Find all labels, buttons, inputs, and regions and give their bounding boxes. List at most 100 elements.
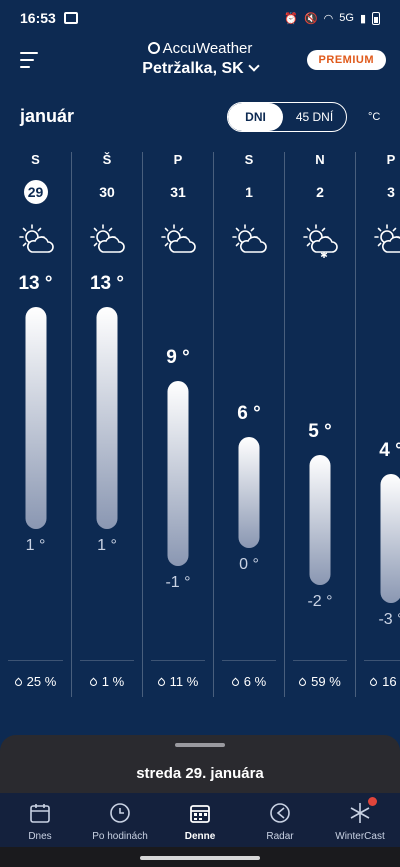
temp-range-bar [238,436,260,548]
low-temp: -3 ° [378,611,400,628]
status-bar: 16:53 ⏰ 🔇 ◠ 5G ▮ [0,0,400,36]
high-temp: 4 ° [379,439,400,461]
tab-45-days[interactable]: 45 DNÍ [283,103,346,131]
signal-icon: ▮ [359,12,366,25]
day-of-week: P [173,152,183,167]
partly-cloudy-sun-icon [89,222,125,258]
wifi-icon: ◠ [323,12,334,25]
network-type: 5G [339,12,354,24]
day-of-week: P [386,152,396,167]
day-column[interactable]: P 3 4 ° -3 ° 16 % [355,152,400,697]
high-temp: 6 ° [237,402,261,424]
day-date: 31 [170,184,186,200]
battery-icon [372,11,380,25]
detail-sheet[interactable]: streda 29. januára [0,735,400,793]
partly-cloudy-sun-icon [231,222,267,258]
day-column[interactable]: S 1 6 ° 0 ° 6 % [213,152,284,697]
raindrop-icon [156,677,167,688]
temp-range-bar [380,473,400,603]
cloudy-snow-icon: ✱ [302,222,338,260]
nav-item-wintercast[interactable]: WinterCast [320,793,400,847]
unit-toggle[interactable]: °C [368,111,380,123]
low-temp: 1 ° [97,537,117,554]
brand-name: AccuWeather [162,40,253,57]
day-column[interactable]: S 29 13 ° 1 ° 25 % [0,152,71,697]
divider [80,660,134,661]
premium-button[interactable]: PREMIUM [306,50,386,70]
high-temp: 13 ° [18,273,53,294]
precip-value: 6 % [243,674,267,689]
nav-item-radar[interactable]: Radar [240,793,320,847]
precip-chance: 6 % [214,674,284,689]
location-name: Petržalka, SK [142,60,244,77]
nav-label: Denne [184,831,216,842]
raindrop-icon [297,677,308,688]
precip-value: 11 % [169,674,199,689]
temp-range-bar [96,307,118,529]
calendar-grid-icon [189,802,211,824]
low-temp: 0 ° [239,555,259,573]
temp-range-bar [25,307,46,529]
tab-days[interactable]: DNI [228,103,283,131]
gesture-bar[interactable] [140,856,260,860]
low-temp: -2 ° [307,592,333,610]
nav-label: Dnes [28,831,52,842]
bottom-navigation: Dnes Po hodinách Denne Radar WinterCast [0,793,400,847]
day-date: 29 [23,180,48,204]
precip-value: 25 % [26,674,57,689]
temp-range-bar [167,381,189,566]
raindrop-icon [13,677,24,688]
range-toggle: DNI 45 DNÍ [227,102,347,132]
divider [364,660,400,661]
raindrop-icon [368,677,379,688]
partly-cloudy-sun-icon [160,222,196,258]
day-of-week: Š [102,152,112,167]
app-header: AccuWeather Petržalka, SK PREMIUM [0,38,400,84]
low-temp: 1 ° [25,537,46,554]
raindrop-icon [88,677,99,688]
sheet-title: streda 29. januára [136,765,264,782]
divider [222,660,276,661]
day-column[interactable]: N 2 ✱ 5 ° -2 ° 59 % [284,152,355,697]
day-column[interactable]: Š 30 13 ° 1 ° 1 % [71,152,142,697]
raindrop-icon [230,677,241,688]
nav-label: WinterCast [335,831,385,842]
high-temp: 5 ° [308,421,332,442]
nav-label: Radar [266,831,294,842]
precip-chance: 25 % [0,674,71,689]
nav-item-dnes[interactable]: Dnes [0,793,80,847]
precip-value: 1 % [101,674,125,689]
precip-value: 16 % [382,674,400,689]
divider [151,660,205,661]
day-of-week: N [315,152,325,167]
partly-cloudy-sun-icon [373,222,400,258]
snowflake-icon [349,802,371,824]
high-temp: 13 ° [89,273,124,294]
precip-chance: 16 % [356,674,400,689]
gallery-notification-icon [63,12,78,24]
high-temp: 9 ° [166,347,190,368]
precip-chance: 11 % [143,674,213,689]
drag-handle[interactable] [175,743,225,747]
nav-item-po-hodinách[interactable]: Po hodinách [80,793,160,847]
chevron-down-icon [248,60,260,72]
status-icons: ⏰ 🔇 ◠ 5G ▮ [284,11,380,25]
low-temp: -1 ° [165,574,191,591]
day-date: 30 [99,184,115,200]
divider [8,660,63,661]
month-label: január [20,106,75,126]
notification-dot [368,797,377,806]
accuweather-logo-icon [147,42,160,54]
calendar-today-icon [29,802,51,824]
daily-forecast[interactable]: S 29 13 ° 1 ° 25 % Š 30 13 ° 1 ° 1 % P 3… [0,152,400,697]
nav-item-denne[interactable]: Denne [160,793,240,847]
clock-icon [109,802,131,824]
status-time: 16:53 [20,10,56,26]
radar-icon [269,802,291,824]
divider [293,660,347,661]
nav-label: Po hodinách [92,831,148,842]
mute-icon: 🔇 [303,12,318,25]
precip-value: 59 % [311,674,341,689]
alarm-icon: ⏰ [284,12,298,25]
day-column[interactable]: P 31 9 ° -1 ° 11 % [142,152,213,697]
